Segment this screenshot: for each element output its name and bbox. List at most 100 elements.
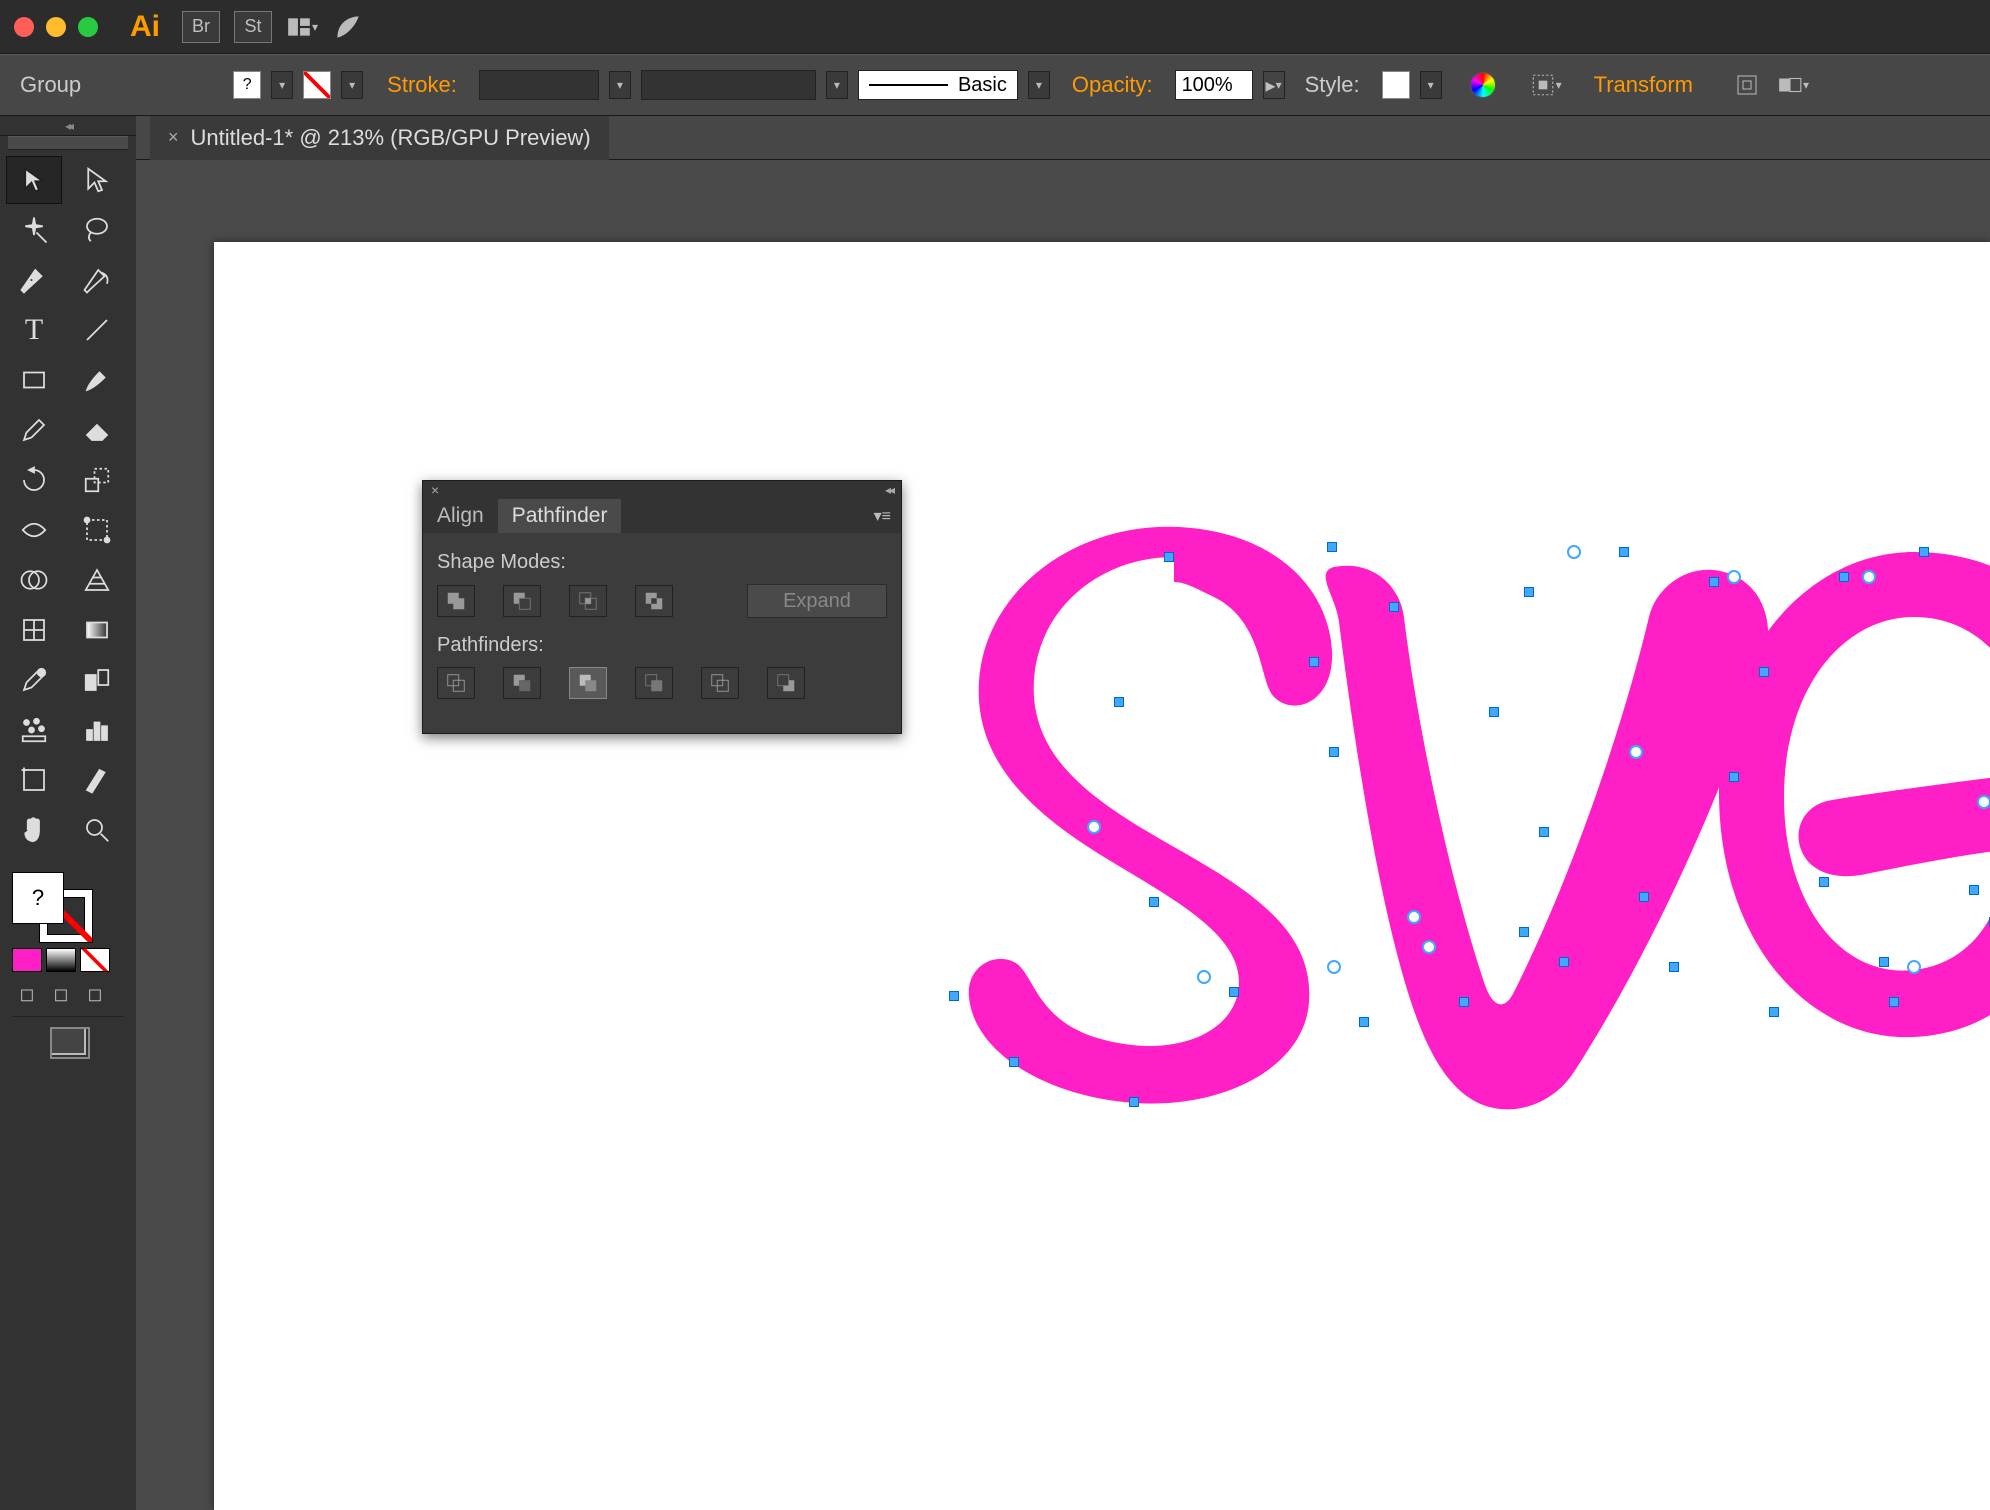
bridge-button[interactable]: Br	[182, 11, 220, 43]
center-point[interactable]	[1862, 570, 1876, 584]
color-mode-button[interactable]	[12, 948, 42, 972]
unite-button[interactable]	[437, 585, 475, 617]
intersect-button[interactable]	[569, 585, 607, 617]
anchor-point[interactable]	[1969, 885, 1979, 895]
outline-button[interactable]	[701, 667, 739, 699]
center-point[interactable]	[1977, 795, 1990, 809]
draw-inside-button[interactable]: ◻	[80, 982, 110, 1006]
anchor-point[interactable]	[1729, 772, 1739, 782]
maximize-window-button[interactable]	[78, 17, 98, 37]
symbol-sprayer-tool[interactable]	[6, 706, 62, 754]
center-point[interactable]	[1422, 940, 1436, 954]
fill-stroke-indicator[interactable]: ?	[12, 872, 92, 942]
style-swatch[interactable]	[1382, 71, 1410, 99]
gradient-tool[interactable]	[69, 606, 125, 654]
screen-mode-button[interactable]	[12, 1027, 124, 1055]
stock-button[interactable]: St	[234, 11, 272, 43]
anchor-point[interactable]	[1129, 1097, 1139, 1107]
magic-wand-tool[interactable]	[6, 206, 62, 254]
paintbrush-tool[interactable]	[69, 356, 125, 404]
anchor-point[interactable]	[1539, 827, 1549, 837]
none-mode-button[interactable]	[80, 948, 110, 972]
zoom-tool[interactable]	[69, 806, 125, 854]
anchor-point[interactable]	[1009, 1057, 1019, 1067]
anchor-point[interactable]	[1489, 707, 1499, 717]
blend-tool[interactable]	[69, 656, 125, 704]
stroke-weight-dropdown[interactable]	[609, 71, 631, 99]
brush-dropdown[interactable]	[1028, 71, 1050, 99]
brush-definition[interactable]: Basic	[858, 70, 1018, 100]
variable-width-dropdown[interactable]	[826, 71, 848, 99]
anchor-point[interactable]	[1669, 962, 1679, 972]
column-graph-tool[interactable]	[69, 706, 125, 754]
pen-tool[interactable]	[6, 256, 62, 304]
anchor-point[interactable]	[1229, 987, 1239, 997]
tab-align[interactable]: Align	[423, 499, 498, 533]
align-button[interactable]: ▾	[1528, 67, 1564, 103]
center-point[interactable]	[1327, 960, 1341, 974]
variable-width-profile[interactable]	[641, 70, 816, 100]
anchor-point[interactable]	[949, 991, 959, 1001]
panel-collapse-icon[interactable]: ◂◂	[885, 483, 893, 497]
toolbox-grip[interactable]	[8, 136, 128, 150]
close-tab-icon[interactable]: ×	[168, 127, 179, 148]
anchor-point[interactable]	[1839, 572, 1849, 582]
close-window-button[interactable]	[14, 17, 34, 37]
artboard-tool[interactable]	[6, 756, 62, 804]
rotate-tool[interactable]	[6, 456, 62, 504]
fill-swatch[interactable]	[233, 71, 261, 99]
style-dropdown[interactable]	[1420, 71, 1442, 99]
center-point[interactable]	[1629, 745, 1643, 759]
eraser-tool[interactable]	[69, 406, 125, 454]
pathfinder-panel[interactable]: × ◂◂ Align Pathfinder ▾≡ Shape Modes: Ex…	[422, 480, 902, 734]
stroke-swatch[interactable]	[303, 71, 331, 99]
edit-contents-button[interactable]: ▾	[1775, 67, 1811, 103]
shape-builder-tool[interactable]	[6, 556, 62, 604]
anchor-point[interactable]	[1519, 927, 1529, 937]
curvature-tool[interactable]	[69, 256, 125, 304]
anchor-point[interactable]	[1329, 747, 1339, 757]
anchor-point[interactable]	[1389, 602, 1399, 612]
arrange-documents-icon[interactable]: ▾	[286, 11, 318, 43]
gpu-preview-icon[interactable]	[332, 11, 364, 43]
opacity-label[interactable]: Opacity:	[1072, 72, 1165, 98]
panel-close-icon[interactable]: ×	[431, 482, 439, 498]
anchor-point[interactable]	[1459, 997, 1469, 1007]
stroke-dropdown[interactable]	[341, 71, 363, 99]
expand-button[interactable]: Expand	[747, 584, 887, 618]
anchor-point[interactable]	[1709, 577, 1719, 587]
opacity-dropdown[interactable]: ▸	[1263, 71, 1285, 99]
slice-tool[interactable]	[69, 756, 125, 804]
mesh-tool[interactable]	[6, 606, 62, 654]
anchor-point[interactable]	[1359, 1017, 1369, 1027]
anchor-point[interactable]	[1559, 957, 1569, 967]
direct-selection-tool[interactable]	[69, 156, 125, 204]
minimize-window-button[interactable]	[46, 17, 66, 37]
center-point[interactable]	[1407, 910, 1421, 924]
stroke-weight-field[interactable]	[479, 70, 599, 100]
center-point[interactable]	[1197, 970, 1211, 984]
anchor-point[interactable]	[1819, 877, 1829, 887]
center-point[interactable]	[1567, 545, 1581, 559]
exclude-button[interactable]	[635, 585, 673, 617]
rectangle-tool[interactable]	[6, 356, 62, 404]
anchor-point[interactable]	[1164, 552, 1174, 562]
anchor-point[interactable]	[1149, 897, 1159, 907]
tab-pathfinder[interactable]: Pathfinder	[498, 499, 622, 533]
panel-menu-icon[interactable]: ▾≡	[864, 506, 901, 526]
stroke-label[interactable]: Stroke:	[387, 72, 469, 98]
anchor-point[interactable]	[1919, 547, 1929, 557]
document-tab[interactable]: × Untitled-1* @ 213% (RGB/GPU Preview)	[150, 116, 609, 160]
anchor-point[interactable]	[1327, 542, 1337, 552]
draw-behind-button[interactable]: ◻	[46, 982, 76, 1006]
width-tool[interactable]	[6, 506, 62, 554]
fill-indicator[interactable]: ?	[12, 872, 64, 924]
perspective-grid-tool[interactable]	[69, 556, 125, 604]
type-tool[interactable]: T	[6, 306, 62, 354]
hand-tool[interactable]	[6, 806, 62, 854]
anchor-point[interactable]	[1889, 997, 1899, 1007]
center-point[interactable]	[1907, 960, 1921, 974]
center-point[interactable]	[1087, 820, 1101, 834]
crop-button[interactable]	[635, 667, 673, 699]
anchor-point[interactable]	[1619, 547, 1629, 557]
